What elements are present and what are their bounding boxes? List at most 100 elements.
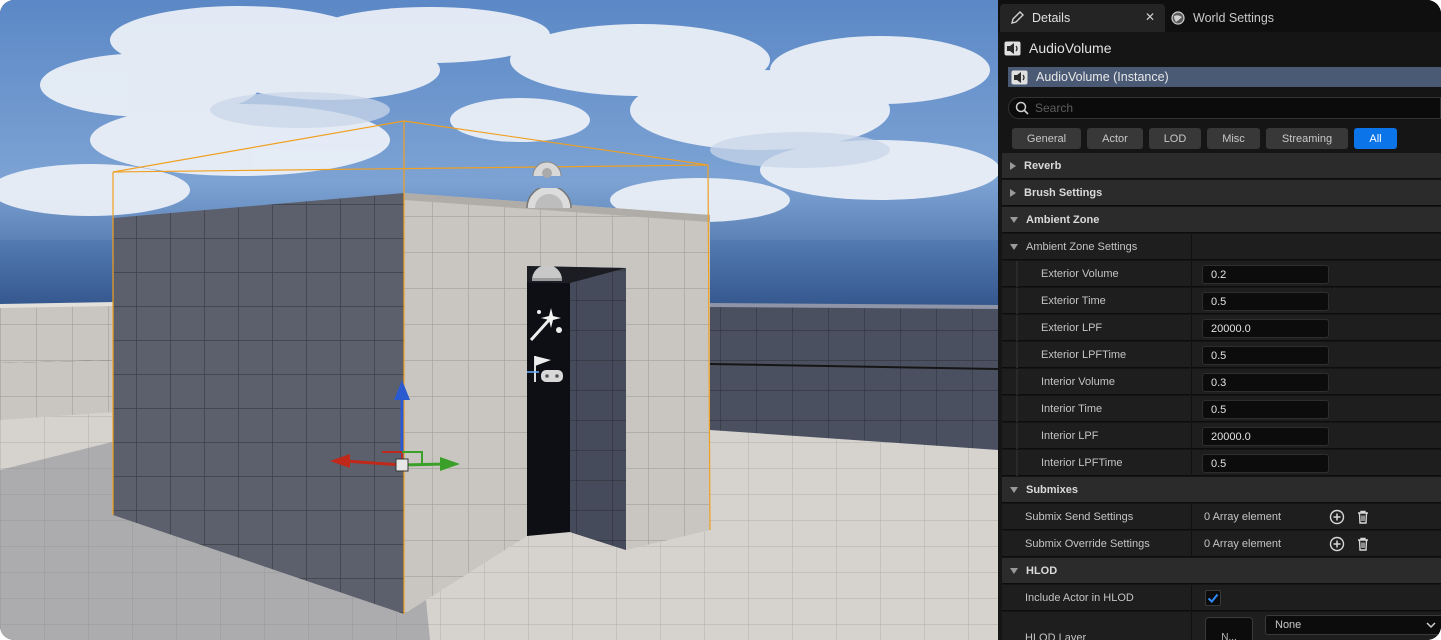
search-icon <box>1015 101 1029 115</box>
collapse-arrow-icon <box>1010 486 1018 493</box>
light-billboard-icon[interactable] <box>530 265 564 287</box>
interior-lpftime-field[interactable]: 0.5 <box>1202 454 1329 473</box>
column-divider <box>1191 423 1192 449</box>
tab-world-settings[interactable]: World Settings <box>1161 4 1311 32</box>
pencil-icon <box>1010 11 1024 25</box>
actor-name: AudioVolume <box>1029 40 1112 56</box>
column-divider <box>1191 531 1192 557</box>
actor-header: AudioVolume <box>1004 34 1441 62</box>
filter-misc[interactable]: Misc <box>1207 128 1260 149</box>
details-panel: Details ✕ World Settings AudioVolume Aud… <box>998 0 1441 640</box>
filter-actor[interactable]: Actor <box>1087 128 1143 149</box>
column-divider <box>1191 315 1192 341</box>
category-label: HLOD <box>1026 564 1058 577</box>
audio-volume-billboard-icon[interactable] <box>531 158 563 183</box>
combo-value: None <box>1275 619 1302 631</box>
globe-icon <box>1171 11 1185 25</box>
exterior-volume-field[interactable]: 0.2 <box>1202 265 1329 284</box>
prop-hlod-layer: HLOD Layer N... None <box>1002 612 1441 640</box>
filter-streaming[interactable]: Streaming <box>1266 128 1348 149</box>
editor-window: Details ✕ World Settings AudioVolume Aud… <box>0 0 1441 640</box>
tab-details[interactable]: Details ✕ <box>1000 4 1165 32</box>
column-divider <box>1191 369 1192 395</box>
column-divider <box>1191 234 1192 260</box>
prop-interior-lpftime: Interior LPFTime 0.5 <box>1002 450 1441 476</box>
collapse-arrow-icon <box>1010 243 1018 250</box>
prop-submix-send-settings: Submix Send Settings 0 Array element <box>1002 504 1441 530</box>
category-label: Brush Settings <box>1024 186 1103 199</box>
trash-icon[interactable] <box>1355 536 1371 552</box>
collapse-arrow-icon <box>1010 216 1018 223</box>
group-ambient-zone-settings[interactable]: Ambient Zone Settings <box>1002 234 1441 260</box>
search-input[interactable]: Search <box>1008 97 1441 119</box>
instance-label: AudioVolume (Instance) <box>1036 70 1169 84</box>
interior-lpf-field[interactable]: 20000.0 <box>1202 427 1329 446</box>
group-label: Ambient Zone Settings <box>1026 240 1138 253</box>
player-start-flag-icon[interactable] <box>527 352 565 391</box>
tab-details-label: Details <box>1032 11 1071 25</box>
prop-label: Interior LPF <box>1041 429 1099 442</box>
search-placeholder: Search <box>1035 101 1074 115</box>
close-icon[interactable]: ✕ <box>1145 10 1155 24</box>
prop-exterior-lpftime: Exterior LPFTime 0.5 <box>1002 342 1441 368</box>
prop-label: Submix Send Settings <box>1025 510 1134 523</box>
expand-arrow-icon <box>1010 188 1016 197</box>
exterior-lpf-field[interactable]: 20000.0 <box>1202 319 1329 338</box>
indent-guide <box>1016 315 1018 341</box>
prop-exterior-volume: Exterior Volume 0.2 <box>1002 261 1441 287</box>
trash-icon[interactable] <box>1355 509 1371 525</box>
speaker-billboard-icon[interactable] <box>525 185 573 213</box>
column-divider <box>1191 585 1192 611</box>
column-divider <box>1191 261 1192 287</box>
level-viewport[interactable] <box>0 0 998 640</box>
prop-exterior-lpf: Exterior LPF 20000.0 <box>1002 315 1441 341</box>
prop-label: HLOD Layer <box>1025 632 1087 640</box>
prop-label: Exterior Time <box>1041 294 1106 307</box>
add-element-icon[interactable] <box>1329 536 1345 552</box>
filter-lod[interactable]: LOD <box>1149 128 1201 149</box>
category-reverb[interactable]: Reverb <box>1002 153 1441 179</box>
array-count: 0 Array element <box>1204 511 1282 523</box>
exterior-time-field[interactable]: 0.5 <box>1202 292 1329 311</box>
tab-world-settings-label: World Settings <box>1193 11 1275 25</box>
collapse-arrow-icon <box>1010 567 1018 574</box>
category-hlod[interactable]: HLOD <box>1002 558 1441 584</box>
hlod-layer-combo[interactable]: None <box>1265 615 1441 635</box>
column-divider <box>1191 396 1192 422</box>
add-element-icon[interactable] <box>1329 509 1345 525</box>
column-divider <box>1191 450 1192 476</box>
checkmark-icon <box>1207 593 1219 603</box>
include-in-hlod-checkbox[interactable] <box>1205 590 1221 606</box>
prop-label: Interior LPFTime <box>1041 456 1123 469</box>
exterior-lpftime-field[interactable]: 0.5 <box>1202 346 1329 365</box>
column-divider <box>1191 288 1192 314</box>
sparkle-wand-icon[interactable] <box>527 304 565 349</box>
chevron-down-icon <box>1426 618 1436 635</box>
category-submixes[interactable]: Submixes <box>1002 477 1441 503</box>
column-divider <box>1191 342 1192 368</box>
viewport-scene <box>0 0 998 640</box>
prop-interior-lpf: Interior LPF 20000.0 <box>1002 423 1441 449</box>
indent-guide <box>1016 342 1018 368</box>
prop-label: Interior Volume <box>1041 375 1115 388</box>
category-label: Ambient Zone <box>1026 213 1100 226</box>
speaker-icon <box>1011 70 1028 85</box>
category-brush-settings[interactable]: Brush Settings <box>1002 180 1441 206</box>
panel-tab-bar: Details ✕ World Settings <box>998 0 1441 32</box>
filter-chips: General Actor LOD Misc Streaming All <box>1012 128 1397 150</box>
speaker-icon <box>1004 41 1021 56</box>
prop-label: Exterior Volume <box>1041 267 1119 280</box>
indent-guide <box>1016 261 1018 287</box>
indent-guide <box>1016 450 1018 476</box>
prop-interior-time: Interior Time 0.5 <box>1002 396 1441 422</box>
prop-submix-override-settings: Submix Override Settings 0 Array element <box>1002 531 1441 557</box>
interior-volume-field[interactable]: 0.3 <box>1202 373 1329 392</box>
prop-label: Exterior LPF <box>1041 321 1103 334</box>
prop-label: Include Actor in HLOD <box>1025 591 1134 604</box>
component-instance-row[interactable]: AudioVolume (Instance) <box>1008 67 1441 87</box>
filter-general[interactable]: General <box>1012 128 1081 149</box>
asset-thumbnail[interactable]: N... <box>1205 617 1253 640</box>
interior-time-field[interactable]: 0.5 <box>1202 400 1329 419</box>
category-ambient-zone[interactable]: Ambient Zone <box>1002 207 1441 233</box>
filter-all[interactable]: All <box>1354 128 1397 149</box>
